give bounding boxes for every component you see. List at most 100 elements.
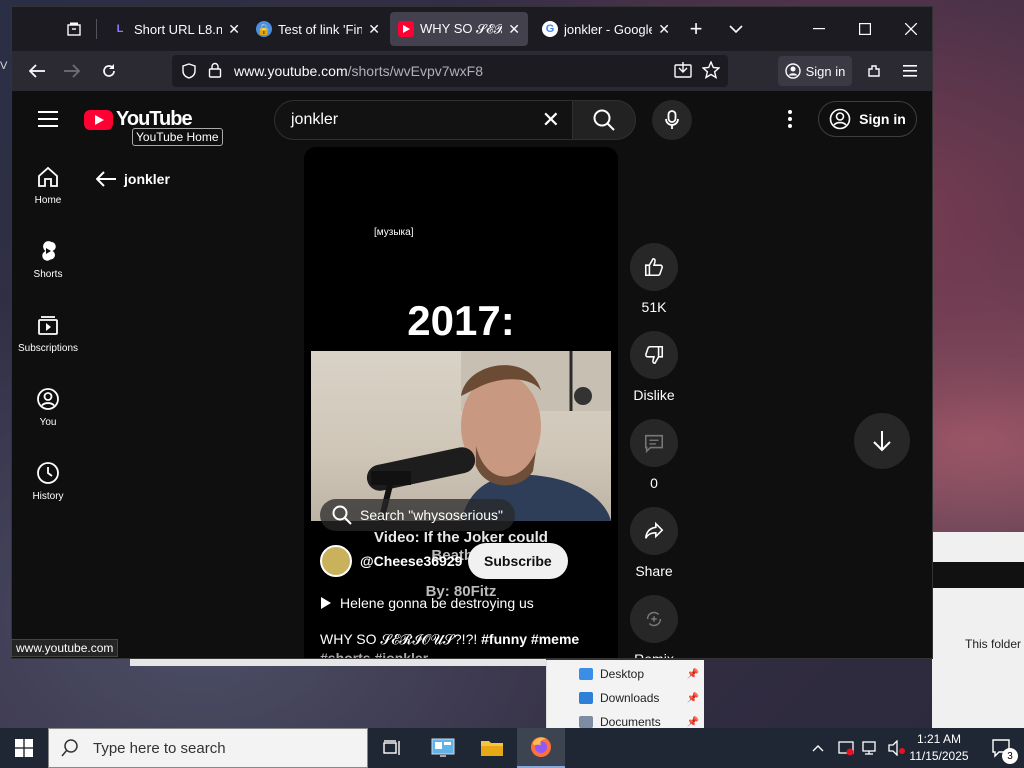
channel-info[interactable]: @Cheese36929 — [320, 545, 462, 577]
forward-arrow-icon[interactable] — [58, 57, 86, 85]
taskbar-search-box[interactable]: Type here to search — [48, 728, 368, 768]
clear-search-icon[interactable]: ✕ — [542, 107, 560, 133]
sidebar-item-history[interactable]: History — [12, 461, 84, 531]
remix-button[interactable]: Remix — [628, 595, 680, 658]
video-description: WHY SO 𝓢𝓔𝓡𝓘𝓞𝓤𝓢?!?! #funny #meme — [320, 631, 580, 647]
search-icon — [593, 109, 615, 131]
l8-icon: L — [116, 23, 124, 35]
youtube-sign-in-button[interactable]: Sign in — [818, 101, 917, 137]
start-button[interactable] — [0, 728, 48, 768]
reload-icon[interactable] — [95, 57, 123, 85]
channel-avatar[interactable] — [320, 545, 352, 577]
search-input[interactable]: jonkler ✕ — [274, 100, 572, 140]
clock-time: 1:21 AM — [916, 732, 962, 746]
video-frame — [311, 351, 611, 521]
close-tab-icon[interactable]: ✕ — [508, 21, 520, 38]
playlist-link[interactable]: Helene gonna be destroying us — [320, 595, 534, 611]
security-alert-icon[interactable] — [838, 740, 854, 756]
tracking-protection-icon[interactable] — [182, 63, 196, 84]
system-tray — [812, 728, 906, 768]
windows-logo-icon — [15, 739, 33, 757]
taskbar-app-control-panel[interactable] — [419, 728, 467, 768]
tab-manager-icon[interactable] — [60, 15, 88, 43]
padlock-icon[interactable] — [208, 62, 222, 83]
close-tab-icon[interactable]: ✕ — [658, 21, 670, 38]
network-icon[interactable] — [862, 740, 880, 756]
microphone-icon — [665, 110, 679, 129]
this-folder-label: This folder — [965, 637, 1022, 651]
close-tab-icon[interactable]: ✕ — [228, 21, 240, 38]
list-tabs-icon[interactable] — [722, 15, 750, 43]
close-window-button[interactable] — [888, 7, 932, 51]
youtube-play-icon — [84, 109, 113, 130]
extensions-icon[interactable] — [860, 57, 888, 85]
search-suggestion-chip[interactable]: Search "whysoserious" — [320, 499, 516, 531]
play-icon — [321, 597, 331, 609]
tab-youtube-short[interactable]: WHY SO 𝓢𝓔𝓡𝓘𝓞 ✕ — [390, 12, 528, 46]
quick-access-desktop[interactable]: Desktop 📌 — [547, 662, 705, 686]
history-icon — [37, 462, 59, 484]
taskbar-app-firefox[interactable] — [517, 728, 565, 768]
tab-short-url[interactable]: L Short URL L8.nu ✕ — [104, 12, 248, 46]
remix-icon — [646, 611, 662, 627]
back-arrow-icon — [96, 171, 116, 187]
short-video-player[interactable]: [музыка] 2017: Video: If the Joker could… — [304, 147, 618, 658]
sidebar-item-home[interactable]: Home — [12, 165, 84, 235]
video-description-hashtags[interactable]: #shorts #jonkler — [320, 650, 428, 658]
url-text: www.youtube.com/shorts/wvEvpv7wxF8 — [234, 63, 483, 79]
video-overlay-year: 2017: — [407, 297, 515, 344]
bookmark-star-icon[interactable] — [701, 60, 721, 84]
clock-date: 11/15/2025 — [909, 749, 969, 763]
like-button[interactable]: 51K — [628, 243, 680, 315]
back-arrow-icon[interactable] — [23, 57, 51, 85]
more-options-icon[interactable] — [782, 107, 798, 131]
comments-button[interactable]: 0 — [628, 419, 680, 491]
navigation-toolbar: www.youtube.com/shorts/wvEvpv7wxF8 Sign … — [12, 51, 932, 91]
search-button[interactable] — [572, 100, 636, 140]
tab-bar: L Short URL L8.nu ✕ 🔒 Test of link 'Fina… — [12, 7, 932, 51]
tab-test-of-link[interactable]: 🔒 Test of link 'Fina ✕ — [248, 12, 388, 46]
minimize-button[interactable] — [796, 7, 842, 51]
pin-icon: 📌 — [686, 716, 699, 728]
back-to-search[interactable]: jonkler — [96, 171, 170, 187]
tab-google-search[interactable]: G jonkler - Google ✕ — [534, 12, 678, 46]
save-to-pocket-icon[interactable] — [674, 62, 692, 83]
sidebar-item-shorts[interactable]: Shorts — [12, 239, 84, 309]
google-icon: G — [542, 21, 558, 37]
account-icon — [784, 63, 801, 79]
horizontal-scrollbar[interactable] — [130, 659, 546, 666]
app-menu-icon[interactable] — [896, 57, 924, 85]
sidebar-item-subscriptions[interactable]: Subscriptions — [12, 313, 84, 383]
share-icon — [644, 521, 664, 539]
subscriptions-icon — [38, 316, 58, 335]
you-icon — [37, 388, 59, 410]
close-tab-icon[interactable]: ✕ — [368, 21, 380, 38]
next-video-button[interactable] — [854, 413, 910, 469]
address-bar[interactable]: www.youtube.com/shorts/wvEvpv7wxF8 — [172, 55, 728, 87]
taskbar-app-file-explorer[interactable] — [468, 728, 516, 768]
task-view-button[interactable] — [368, 728, 416, 768]
maximize-button[interactable] — [842, 7, 888, 51]
guide-menu-icon[interactable] — [38, 111, 58, 132]
taskbar-clock[interactable]: 1:21 AM 11/15/2025 — [900, 731, 978, 765]
sidebar-item-you[interactable]: You — [12, 387, 84, 457]
thumbs-down-icon — [645, 345, 664, 365]
lock-icon: 🔒 — [256, 21, 272, 37]
new-tab-button[interactable]: + — [682, 15, 710, 43]
dislike-button[interactable]: Dislike — [628, 331, 680, 403]
quick-access-downloads[interactable]: Downloads 📌 — [547, 686, 705, 710]
logo-tooltip: YouTube Home — [132, 128, 223, 146]
account-circle-icon — [829, 108, 851, 130]
youtube-header: YouTube YouTube Home jonkler ✕ Sign in — [12, 91, 932, 147]
control-panel-icon — [431, 738, 455, 757]
subscribe-button[interactable]: Subscribe — [468, 543, 568, 579]
youtube-page: YouTube YouTube Home jonkler ✕ Sign in H… — [12, 91, 932, 658]
pin-icon: 📌 — [686, 692, 699, 704]
show-hidden-icons-chevron-icon[interactable] — [812, 744, 824, 752]
folder-icon — [481, 741, 503, 756]
browser-account-button[interactable]: Sign in — [778, 56, 852, 86]
share-button[interactable]: Share — [628, 507, 680, 579]
action-center-button[interactable]: 3 — [980, 728, 1024, 768]
voice-search-button[interactable] — [652, 100, 692, 140]
video-caption-line1: Video: If the Joker could — [374, 529, 548, 546]
